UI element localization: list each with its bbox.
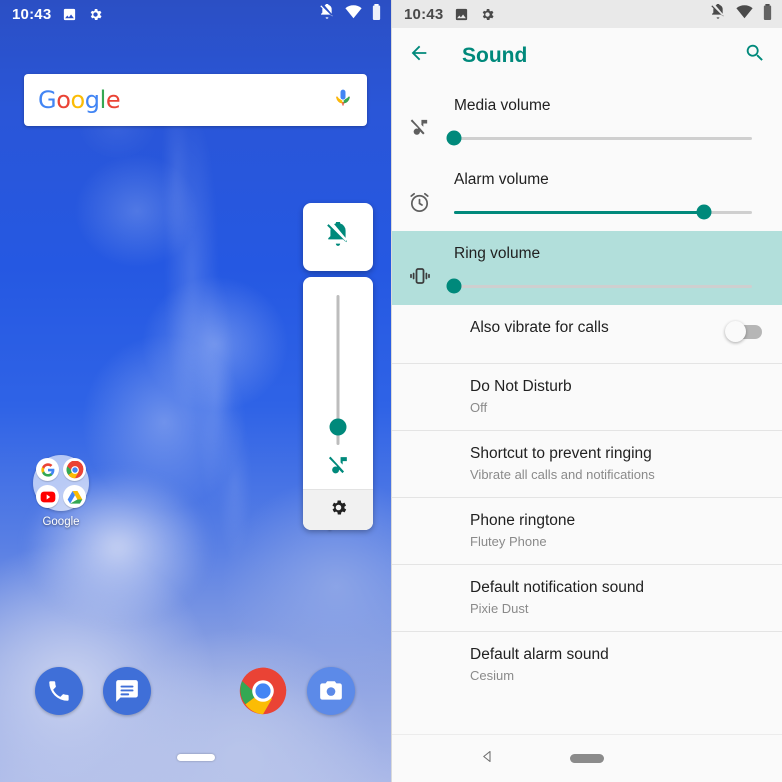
google-logo-letter: g — [84, 86, 100, 114]
battery-icon — [372, 3, 381, 25]
microphone-icon[interactable] — [333, 87, 353, 114]
slider-thumb[interactable] — [446, 278, 462, 294]
setting-subtitle: Pixie Dust — [470, 601, 529, 616]
google-search-bar[interactable]: Google — [24, 74, 367, 126]
navigation-bar — [392, 734, 782, 782]
setting-subtitle: Flutey Phone — [470, 534, 547, 549]
slider-track — [454, 137, 752, 140]
volume-row-ring[interactable]: Ring volume — [392, 231, 782, 305]
bell-off-icon — [325, 220, 351, 253]
app-bar: Sound — [392, 28, 782, 83]
volume-body-alarm: Alarm volume — [454, 167, 766, 220]
setting-also-vibrate-for-calls[interactable]: Also vibrate for calls — [392, 305, 782, 363]
setting-default-notification-sound[interactable]: Default notification sound Pixie Dust — [392, 564, 782, 631]
chrome-icon[interactable] — [239, 667, 287, 715]
phone-icon[interactable] — [35, 667, 83, 715]
photo-icon — [454, 7, 469, 22]
dual-panel-screenshot: 10:43 Google Google 10:43 Sound Media vo… — [0, 0, 782, 782]
drive-icon — [63, 485, 86, 508]
back-arrow-icon[interactable] — [408, 42, 430, 69]
gear-icon — [329, 498, 348, 522]
gear-icon — [480, 7, 495, 22]
toggle-knob — [725, 321, 746, 342]
right-status-right-icons — [710, 2, 772, 25]
camera-icon[interactable] — [307, 667, 355, 715]
volume-body-media: Media volume — [446, 93, 766, 146]
dock — [0, 667, 391, 727]
youtube-icon — [36, 485, 59, 508]
home-pill-icon[interactable] — [176, 754, 215, 761]
notifications-off-icon — [710, 2, 726, 25]
wifi-icon — [736, 4, 753, 24]
setting-subtitle: Cesium — [470, 668, 515, 683]
setting-title: Do Not Disturb — [470, 378, 572, 395]
status-time: 10:43 — [404, 5, 444, 23]
volume-label: Alarm volume — [454, 171, 549, 188]
music-note-off-icon — [326, 454, 351, 484]
folder-circle — [33, 455, 89, 511]
setting-subtitle: Off — [470, 400, 488, 415]
setting-phone-ringtone[interactable]: Phone ringtone Flutey Phone — [392, 497, 782, 564]
setting-title: Shortcut to prevent ringing — [470, 445, 652, 462]
right-status-bar: 10:43 — [392, 0, 782, 28]
google-g-icon — [36, 458, 59, 481]
battery-icon — [763, 3, 772, 25]
volume-settings-button[interactable] — [303, 489, 373, 530]
wifi-icon — [345, 4, 362, 24]
setting-title: Default alarm sound — [470, 646, 609, 663]
google-logo-letter: o — [56, 86, 71, 114]
status-time: 10:43 — [12, 5, 52, 23]
sound-settings-panel: 10:43 Sound Media volume Alarm volume Ri… — [391, 0, 782, 782]
android-home-screen: 10:43 Google Google — [0, 0, 391, 782]
setting-do-not-disturb[interactable]: Do Not Disturb Off — [392, 363, 782, 430]
setting-shortcut-to-prevent-ringing[interactable]: Shortcut to prevent ringing Vibrate all … — [392, 430, 782, 497]
slider-fill — [454, 211, 705, 214]
slider-track — [454, 285, 752, 288]
volume-row-media[interactable]: Media volume — [392, 83, 782, 157]
volume-label: Ring volume — [454, 245, 541, 262]
google-logo-letter: G — [38, 86, 57, 114]
google-logo: Google — [38, 86, 121, 114]
volume-slider-thumb[interactable] — [329, 418, 347, 436]
chrome-icon — [63, 458, 86, 481]
slider-thumb[interactable] — [696, 204, 712, 220]
vibrate-for-calls-toggle[interactable] — [725, 321, 762, 342]
setting-subtitle: Vibrate all calls and notifications — [470, 467, 655, 482]
google-logo-letter: e — [105, 86, 121, 114]
slider-thumb[interactable] — [446, 130, 462, 146]
alarm-volume-slider[interactable] — [454, 204, 752, 220]
notifications-off-icon — [319, 2, 335, 25]
volume-slider-card[interactable] — [303, 277, 373, 530]
setting-title: Also vibrate for calls — [470, 319, 609, 336]
gear-icon — [88, 7, 103, 22]
messages-icon[interactable] — [103, 667, 151, 715]
volume-row-alarm[interactable]: Alarm volume — [392, 157, 782, 231]
volume-body-ring: Ring volume — [446, 241, 766, 294]
alarm-clock-icon — [408, 167, 454, 219]
nav-back-triangle-icon[interactable] — [480, 749, 495, 769]
media-volume-slider[interactable] — [446, 130, 752, 146]
setting-title: Default notification sound — [470, 579, 645, 596]
photo-icon — [62, 7, 77, 22]
left-status-bar: 10:43 — [0, 0, 391, 28]
search-icon[interactable] — [744, 42, 766, 69]
folder-label: Google — [42, 516, 80, 528]
google-logo-letter: o — [70, 86, 86, 114]
nav-home-pill-icon[interactable] — [570, 754, 604, 763]
ring-volume-slider[interactable] — [446, 278, 752, 294]
volume-panel[interactable] — [303, 203, 373, 530]
folder-google[interactable]: Google — [33, 455, 89, 528]
ringer-mode-button[interactable] — [303, 203, 373, 271]
page-title: Sound — [462, 43, 528, 67]
volume-label: Media volume — [454, 97, 551, 114]
volume-slider[interactable] — [303, 277, 373, 448]
left-status-right-icons — [319, 2, 381, 25]
setting-title: Phone ringtone — [470, 512, 576, 529]
media-mute-button[interactable] — [303, 448, 373, 489]
setting-default-alarm-sound[interactable]: Default alarm sound Cesium — [392, 631, 782, 698]
